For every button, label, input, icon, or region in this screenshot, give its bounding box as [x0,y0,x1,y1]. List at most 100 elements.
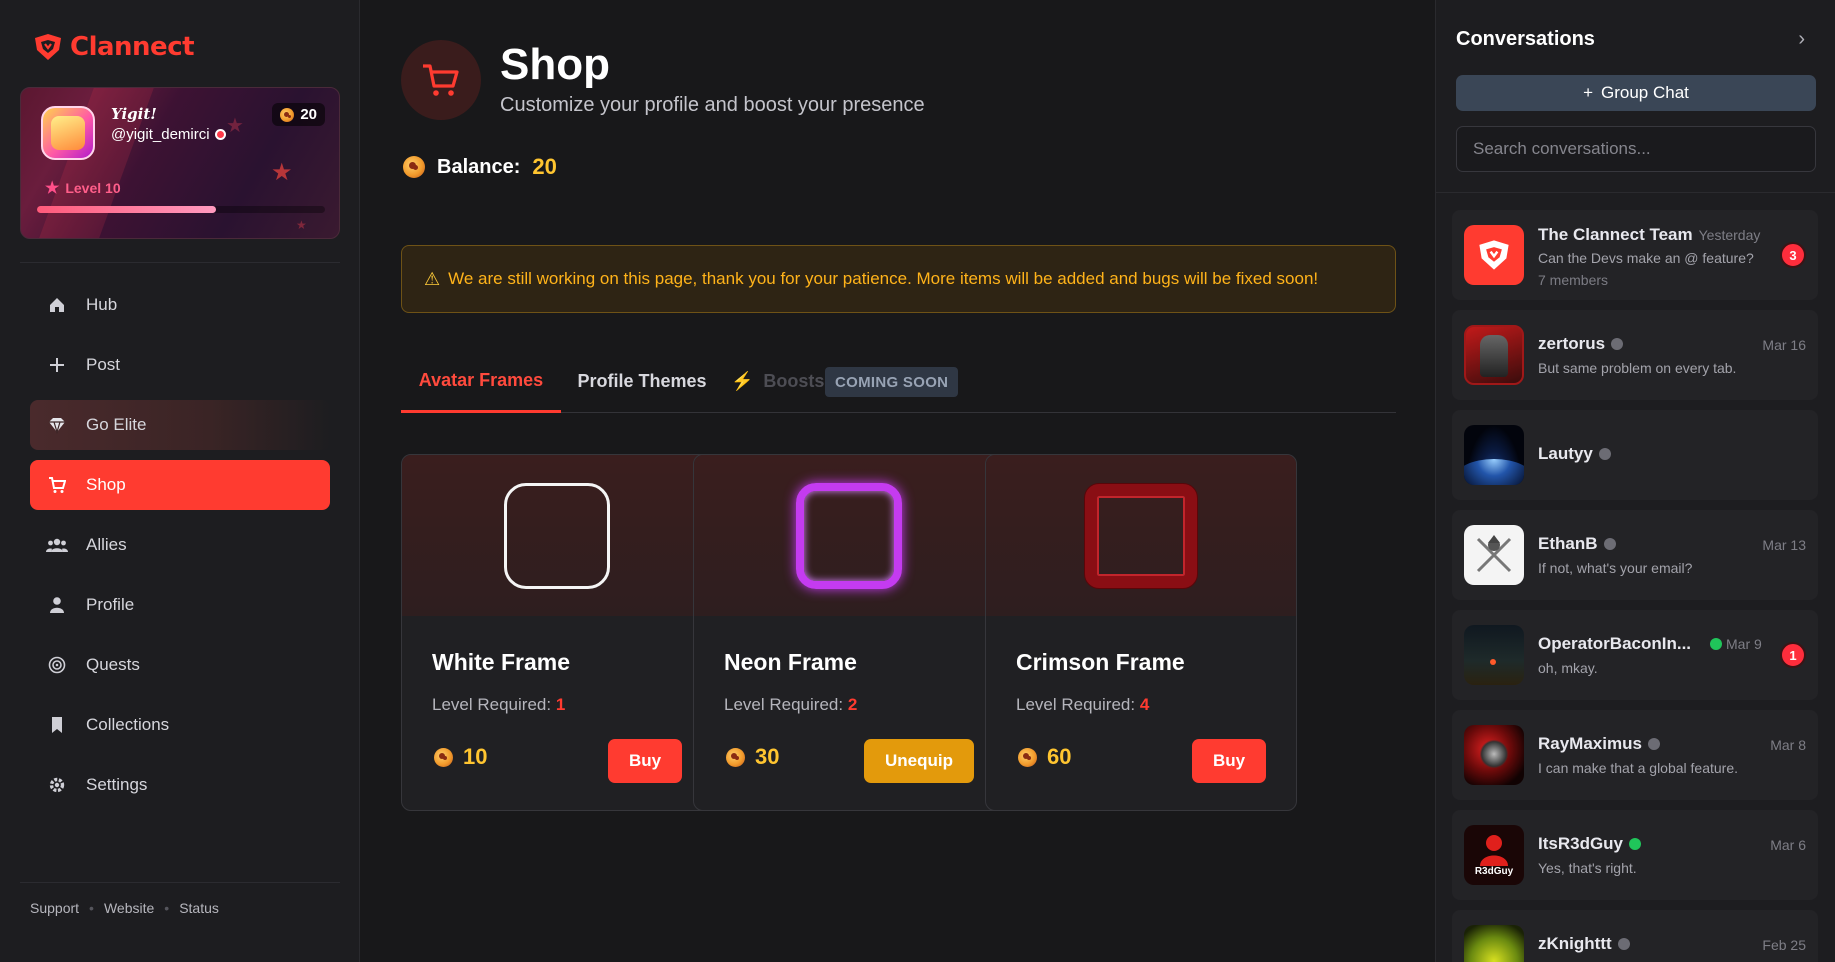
conversations-title: Conversations [1456,28,1595,50]
avatar-image [1490,659,1496,665]
separator: • [164,900,170,916]
nav-item-post[interactable]: Post [30,340,330,390]
conversation-item[interactable]: The Clannect Team Yesterday Can the Devs… [1452,210,1818,300]
notice-text: We are still working on this page, thank… [448,269,1319,288]
nav-label: Shop [86,475,126,494]
separator: • [89,900,94,916]
conversation-item[interactable]: Lautyy [1452,410,1818,500]
crossed-knives-emblem-icon [1476,535,1512,573]
coin-balance-badge: 20 [272,103,325,126]
nav-item-profile[interactable]: Profile [30,580,330,630]
gem-icon [46,414,68,436]
brand-logo[interactable]: Clannect [32,32,195,62]
requirement-level: 2 [847,695,858,714]
divider [20,262,340,263]
notice-banner: ⚠ We are still working on this page, tha… [401,245,1396,313]
shop-item-card: Crimson Frame Level Required: 4 60 Buy [985,454,1297,811]
coin-icon [1018,747,1037,767]
avatar-image [1480,739,1508,769]
nav-item-allies[interactable]: Allies [30,520,330,570]
conversation-time: Mar 13 [1762,537,1806,553]
requirement-level: 4 [1139,695,1150,714]
conversation-item[interactable]: zertorus Mar 16 But same problem on ever… [1452,310,1818,400]
status-dot-icon [1603,538,1616,550]
status-dot-icon [1611,338,1624,350]
gear-icon [46,774,68,796]
conversation-name-text: The Clannect Team [1538,225,1693,244]
balance-display: Balance: 20 [403,154,557,180]
chevron-right-icon[interactable]: › [1798,28,1805,51]
nav-item-go-elite[interactable]: Go Elite [30,400,330,450]
conversation-name: Lautyy [1538,444,1611,464]
conversation-item[interactable]: EthanB Mar 13 If not, what's your email? [1452,510,1818,600]
page-title: Shop [500,40,610,89]
home-icon [46,294,68,316]
group-chat-label: Group Chat [1601,83,1689,102]
avatar [1464,625,1524,685]
crimson-frame-preview [1085,483,1197,588]
conversation-members: 7 members [1538,272,1609,288]
item-title: Neon Frame [724,649,857,675]
balance-label: Balance: [437,155,521,178]
conversation-item[interactable]: R3dGuy ItsR3dGuy Mar 6 Yes, that's right… [1452,810,1818,900]
balance-value: 20 [532,154,557,179]
nav-item-settings[interactable]: Settings [30,760,330,810]
nav-item-collections[interactable]: Collections [30,700,330,750]
level-label: Level 10 [65,180,121,196]
neon-frame-preview [796,482,902,589]
avatar[interactable] [41,106,95,160]
conversation-last-message: I can make that a global feature. [1538,760,1739,776]
level-indicator: ★ Level 10 [45,178,121,198]
website-link[interactable]: Website [104,900,154,916]
profile-handle: @yigit_demirci [111,126,210,143]
star-decoration-icon: ★ [226,115,244,137]
conversation-last-message: Can the Devs make an @ feature? [1538,250,1754,266]
group-chat-button[interactable]: + Group Chat [1456,75,1816,111]
avatar [1464,225,1524,285]
conversation-name-text: OperatorBaconIn... [1538,634,1692,653]
coin-icon [280,107,295,122]
plus-icon [46,354,68,376]
conversation-time: Yesterday [1698,227,1761,243]
item-price: 30 [726,744,779,770]
nav-item-quests[interactable]: Quests [30,640,330,690]
warning-icon: ⚠ [424,268,441,289]
tab-profile-themes[interactable]: Profile Themes [573,350,711,413]
nav-item-shop[interactable]: Shop [30,460,330,510]
bookmark-icon [46,714,68,736]
tab-avatar-frames[interactable]: Avatar Frames [401,350,561,413]
search-conversations-input[interactable] [1456,126,1816,172]
coin-icon [403,156,425,178]
shop-tabs: Avatar Frames Profile Themes ⚡ Boosts CO… [401,350,1396,413]
item-title: White Frame [432,649,571,675]
target-icon [46,654,68,676]
item-preview [694,455,1004,616]
conversation-item[interactable]: RayMaximus Mar 8 I can make that a globa… [1452,710,1818,800]
avatar [1464,725,1524,785]
conversation-item[interactable]: zKnighttt Feb 25 [1452,910,1818,962]
nav-item-hub[interactable]: Hub [30,280,330,330]
clannect-logo-icon [35,34,61,60]
item-requirement: Level Required: 2 [724,695,857,715]
main-nav: Hub Post Go Elite Shop Allies Profile Qu… [30,280,330,820]
requirement-level: 1 [555,695,566,714]
page-subtitle: Customize your profile and boost your pr… [500,94,925,116]
coming-soon-badge: COMING SOON [825,367,959,397]
conversation-last-message: If not, what's your email? [1538,560,1693,576]
price-value: 60 [1047,744,1072,769]
nav-label: Hub [86,295,118,314]
lightning-icon: ⚡ [731,371,754,391]
unequip-button[interactable]: Unequip [864,739,974,783]
unread-badge: 1 [1780,642,1806,668]
conversation-name: ItsR3dGuy [1538,834,1642,854]
conversation-time: Mar 6 [1770,837,1806,853]
avatar [1464,325,1524,385]
star-decoration-icon: ★ [271,159,293,186]
nav-label: Post [86,355,121,374]
buy-button[interactable]: Buy [1192,739,1266,783]
buy-button[interactable]: Buy [608,739,682,783]
profile-card[interactable]: ★ ★ ★ Yigit! @yigit_demirci 20 ★ Level 1… [20,87,340,239]
status-link[interactable]: Status [179,900,219,916]
conversation-item[interactable]: OperatorBaconIn... Mar 9 oh, mkay. 1 [1452,610,1818,700]
support-link[interactable]: Support [30,900,79,916]
